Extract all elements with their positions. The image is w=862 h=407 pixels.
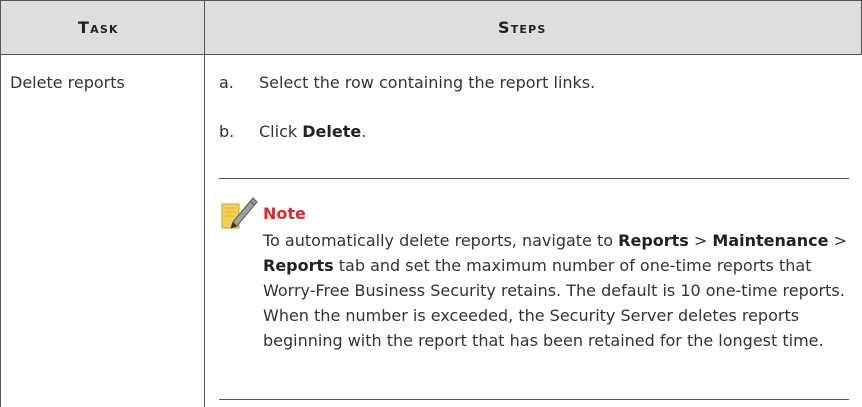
reports-tab: Reports [263, 256, 334, 275]
maintenance-menu: Maintenance [712, 231, 829, 250]
note-body: To automatically delete reports, navigat… [263, 231, 847, 350]
reports-menu: Reports [618, 231, 689, 250]
pencil-note-icon [219, 192, 259, 232]
step-marker: b. [219, 122, 235, 141]
header-steps: Steps [498, 18, 547, 37]
column-divider [204, 0, 205, 407]
steps-table: Task Steps Delete reports a. Select the … [0, 0, 862, 407]
table-header: Task Steps [0, 0, 862, 55]
task-cell: Delete reports [10, 73, 125, 92]
header-task: Task [78, 18, 119, 37]
step-text: Click Delete. [259, 122, 367, 141]
delete-label: Delete [302, 122, 362, 141]
step-marker: a. [219, 73, 234, 92]
table-left-border [0, 0, 1, 407]
note-bottom-rule [219, 399, 849, 400]
note-title: Note [263, 204, 306, 223]
note-top-rule [219, 178, 849, 179]
step-text: Select the row containing the report lin… [259, 73, 596, 92]
